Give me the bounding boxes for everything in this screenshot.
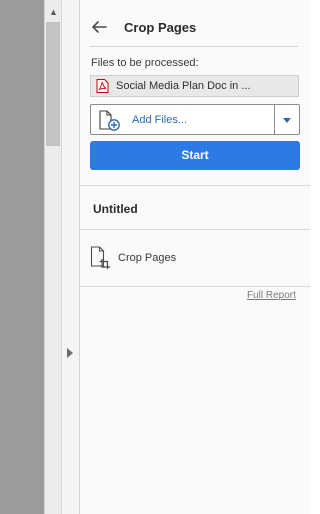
arrow-left-icon[interactable] <box>90 19 108 35</box>
section-divider-middle <box>80 229 310 230</box>
action-label: Crop Pages <box>118 252 177 264</box>
vertical-scrollbar[interactable]: ▲ <box>44 0 61 514</box>
add-files-dropdown[interactable] <box>275 105 299 134</box>
selected-file-item[interactable]: Social Media Plan Doc in ... <box>90 75 299 97</box>
scroll-up-icon[interactable]: ▲ <box>45 8 62 17</box>
panel-title: Crop Pages <box>124 20 197 35</box>
pdf-file-icon <box>96 79 109 93</box>
document-viewport <box>0 0 44 514</box>
scrollbar-thumb[interactable] <box>46 22 60 146</box>
full-report-link[interactable]: Full Report <box>247 290 296 301</box>
panel-header: Crop Pages <box>80 0 310 46</box>
add-files-label: Add Files... <box>132 114 188 126</box>
chevron-right-icon[interactable] <box>67 348 73 358</box>
add-file-icon <box>99 110 120 131</box>
selected-file-name: Social Media Plan Doc in ... <box>116 80 251 92</box>
tool-panel: Crop Pages Files to be processed: Social… <box>80 0 310 514</box>
panel-collapse-strip[interactable] <box>61 0 80 514</box>
action-item-crop-pages[interactable]: Crop Pages <box>80 238 310 278</box>
header-divider <box>90 46 298 47</box>
files-label: Files to be processed: <box>91 57 199 69</box>
section-divider-bottom <box>80 286 310 287</box>
add-files-button[interactable]: Add Files... <box>90 104 300 135</box>
chevron-down-icon <box>283 118 291 123</box>
section-title: Untitled <box>93 202 138 216</box>
start-button[interactable]: Start <box>90 141 300 170</box>
crop-pages-icon <box>90 246 110 269</box>
section-divider-top <box>80 185 310 186</box>
